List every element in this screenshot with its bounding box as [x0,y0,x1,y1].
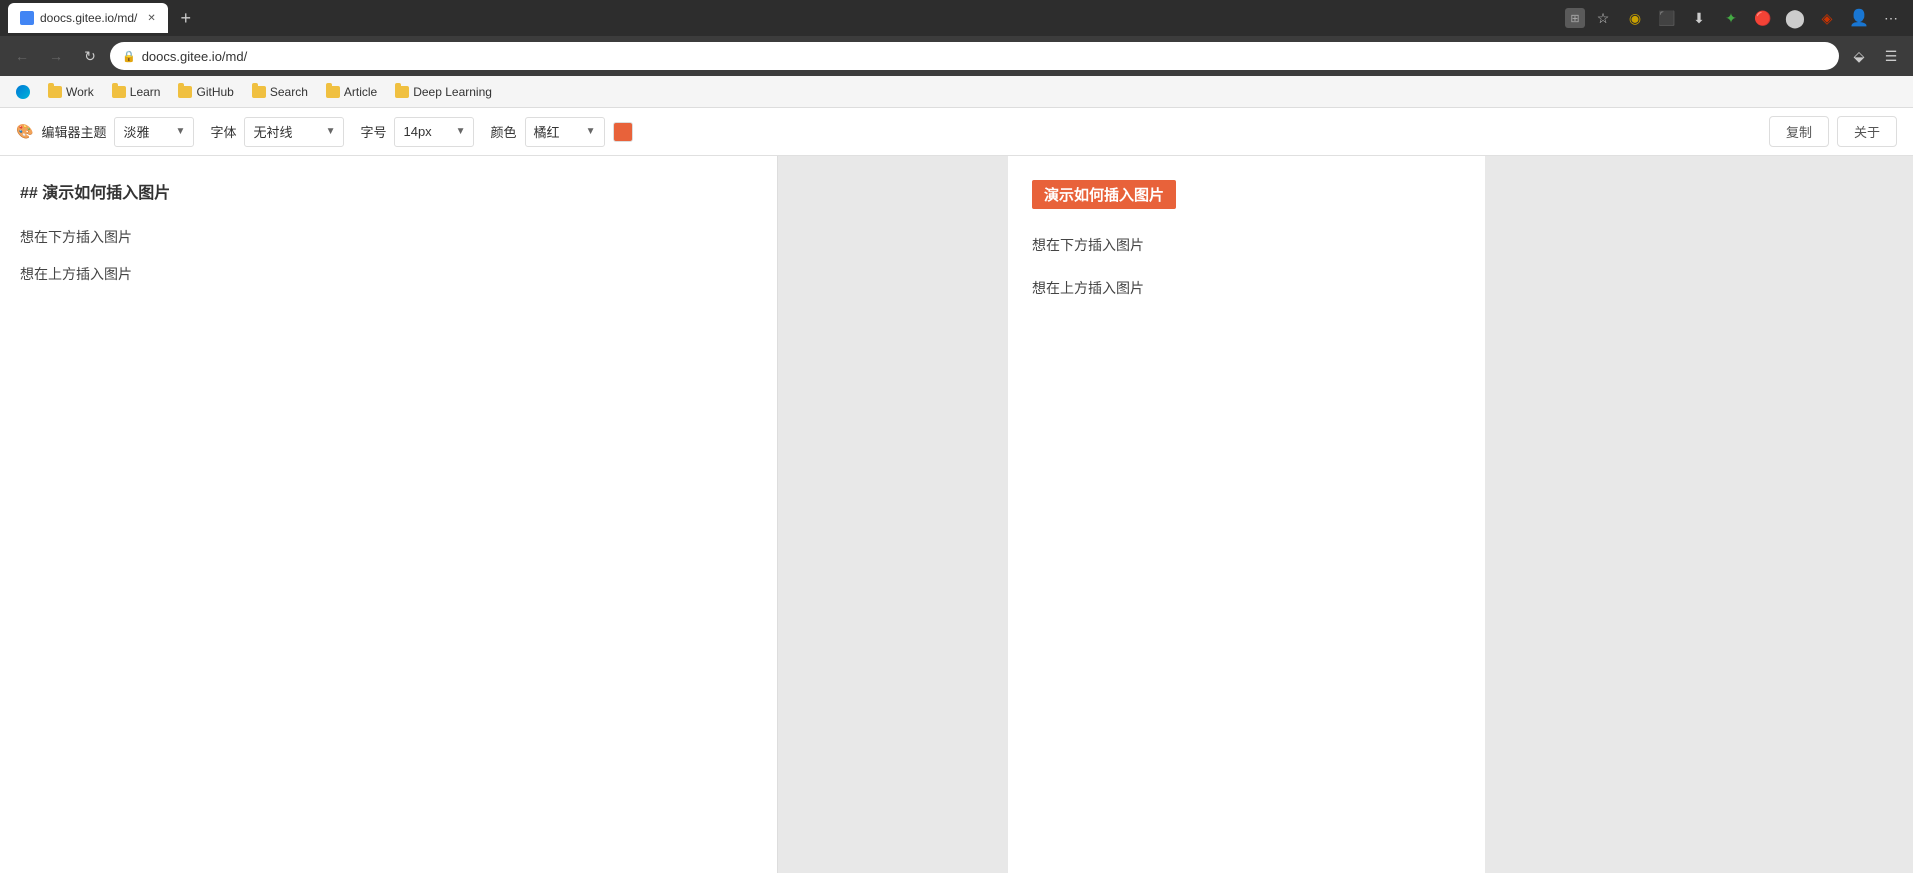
ext-icon-2[interactable]: ◉ [1621,4,1649,32]
bookmark-learn-label: Learn [130,85,161,99]
bookmark-github-label: GitHub [196,85,233,99]
color-select[interactable]: 橘红 ▼ [525,117,605,147]
size-label: 字号 [360,122,386,141]
editor-line1: ## 演示如何插入图片 [20,180,757,209]
about-button[interactable]: 关于 [1837,116,1897,147]
active-tab[interactable]: doocs.gitee.io/md/ ✕ [8,3,168,33]
editor-content: ## 演示如何插入图片 想在下方插入图片 想在上方插入图片 [20,180,757,287]
theme-value: 淡雅 [123,122,149,141]
forward-button[interactable]: → [42,42,70,70]
color-arrow-icon: ▼ [586,126,596,137]
editor-panel[interactable]: ## 演示如何插入图片 想在下方插入图片 想在上方插入图片 [0,156,778,873]
new-tab-button[interactable]: + [172,4,200,32]
folder-icon-work [48,86,62,98]
tab-title: doocs.gitee.io/md/ [40,11,137,25]
bookmark-work[interactable]: Work [40,82,102,102]
editor-toolbar: 🎨 编辑器主题 淡雅 ▼ 字体 无衬线 ▼ 字号 14px ▼ 颜色 橘红 ▼ … [0,108,1913,156]
ext-icon-6[interactable]: 🔴 [1749,4,1777,32]
folder-icon-github [178,86,192,98]
nav-ext-2[interactable]: ☰ [1877,42,1905,70]
bookmark-search-label: Search [270,85,308,99]
browser-menu-icon[interactable]: ⋯ [1877,4,1905,32]
navigation-bar: ← → ↻ 🔒 doocs.gitee.io/md/ ⬙ ☰ [0,36,1913,76]
size-value: 14px [403,124,431,139]
refresh-button[interactable]: ↻ [76,42,104,70]
color-swatch[interactable] [613,122,633,142]
editor-line3: 想在上方插入图片 [20,262,757,287]
tab-bar: doocs.gitee.io/md/ ✕ + ⊞ ☆ ◉ ⬛ ⬇ ✦ 🔴 ⬤ ◈… [0,0,1913,36]
bookmarks-bar: Work Learn GitHub Search Article Deep Le… [0,76,1913,108]
size-group: 字号 14px ▼ [360,117,474,147]
font-arrow-icon: ▼ [326,126,336,137]
theme-arrow-icon: ▼ [176,126,186,137]
folder-icon-deep-learning [395,86,409,98]
bookmark-work-label: Work [66,85,94,99]
back-button[interactable]: ← [8,42,36,70]
color-label: 颜色 [490,122,516,141]
lock-icon: 🔒 [122,50,136,63]
preview-para2: 想在上方插入图片 [1032,276,1461,301]
bookmark-article-label: Article [344,85,377,99]
ext-icon-7[interactable]: ⬤ [1781,4,1809,32]
bookmark-edge[interactable] [8,82,38,102]
ext-icon-4[interactable]: ⬇ [1685,4,1713,32]
edge-logo-icon [16,85,30,99]
bookmark-github[interactable]: GitHub [170,82,241,102]
folder-icon-article [326,86,340,98]
bookmark-search[interactable]: Search [244,82,316,102]
folder-icon-learn [112,86,126,98]
size-arrow-icon: ▼ [456,126,466,137]
bookmark-deep-learning[interactable]: Deep Learning [387,82,500,102]
theme-group: 🎨 编辑器主题 淡雅 ▼ [16,117,194,147]
main-content: ## 演示如何插入图片 想在下方插入图片 想在上方插入图片 演示如何插入图片 想… [0,156,1913,873]
tab-favicon [20,11,34,25]
right-empty-area [1485,156,1913,873]
font-select[interactable]: 无衬线 ▼ [244,117,344,147]
address-bar[interactable]: 🔒 doocs.gitee.io/md/ [110,42,1839,70]
tab-close-icon[interactable]: ✕ [147,13,155,24]
url-text: doocs.gitee.io/md/ [142,49,248,64]
copy-button[interactable]: 复制 [1769,116,1829,147]
font-value: 无衬线 [253,122,292,141]
theme-icon: 🎨 [16,123,33,140]
toolbar-right: 复制 关于 [1769,116,1897,147]
theme-label: 编辑器主题 [41,122,106,141]
preview-heading: 演示如何插入图片 [1032,180,1176,209]
editor-line2: 想在下方插入图片 [20,225,757,250]
bookmark-deep-learning-label: Deep Learning [413,85,492,99]
ext-icon-3[interactable]: ⬛ [1653,4,1681,32]
browser-actions: ⊞ ☆ ◉ ⬛ ⬇ ✦ 🔴 ⬤ ◈ 👤 ⋯ [1565,4,1905,32]
preview-para1: 想在下方插入图片 [1032,233,1461,258]
ext-icon-8[interactable]: ◈ [1813,4,1841,32]
favorites-icon[interactable]: ☆ [1589,4,1617,32]
nav-ext-1[interactable]: ⬙ [1845,42,1873,70]
color-value: 橘红 [534,122,560,141]
ext-icon-1[interactable]: ⊞ [1565,8,1585,28]
theme-select[interactable]: 淡雅 ▼ [114,117,194,147]
color-group: 颜色 橘红 ▼ [490,117,632,147]
font-label: 字体 [210,122,236,141]
folder-icon-search [252,86,266,98]
font-group: 字体 无衬线 ▼ [210,117,344,147]
divider-panel [778,156,1008,873]
bookmark-learn[interactable]: Learn [104,82,169,102]
bookmark-article[interactable]: Article [318,82,385,102]
preview-panel: 演示如何插入图片 想在下方插入图片 想在上方插入图片 [1008,156,1485,873]
profile-icon[interactable]: 👤 [1845,4,1873,32]
ext-icon-5[interactable]: ✦ [1717,4,1745,32]
size-select[interactable]: 14px ▼ [394,117,474,147]
nav-actions: ⬙ ☰ [1845,42,1905,70]
